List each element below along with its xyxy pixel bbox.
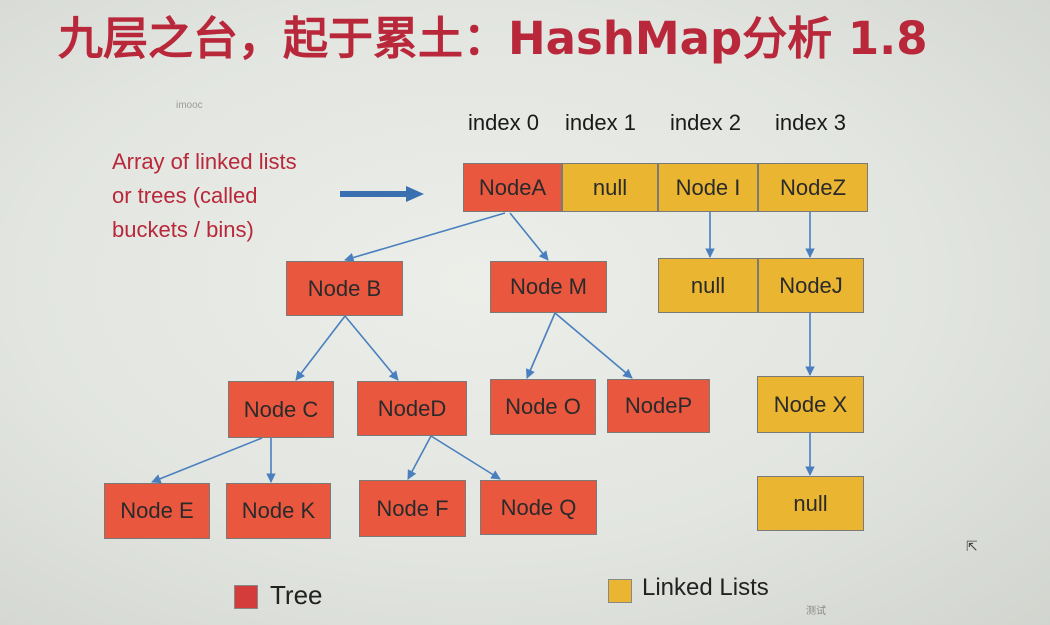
list-node-null-1: null xyxy=(658,258,758,313)
array-node-a: NodeA xyxy=(463,163,562,212)
tree-node-q: Node Q xyxy=(480,480,597,535)
edge-d-f xyxy=(407,435,432,480)
tree-node-m: Node M xyxy=(490,261,607,313)
tree-node-c: Node C xyxy=(228,381,334,438)
tree-node-d: NodeD xyxy=(357,381,467,436)
tree-node-e: Node E xyxy=(104,483,210,539)
tree-node-o: Node O xyxy=(490,379,596,435)
edge-c-e xyxy=(151,437,263,484)
array-node-i: Node I xyxy=(658,163,758,212)
corner-text: 测试 xyxy=(806,606,826,617)
edge-d-q xyxy=(430,435,501,480)
tree-node-k: Node K xyxy=(226,483,331,539)
legend-tree-label: Tree xyxy=(270,580,323,610)
array-node-z: NodeZ xyxy=(758,163,868,212)
legend-lists-swatch xyxy=(608,579,632,603)
edge-a-m xyxy=(509,212,549,261)
legend-tree-swatch xyxy=(234,585,258,609)
edge-m-o xyxy=(526,312,556,379)
tree-node-p: NodeP xyxy=(607,379,710,433)
bucket-arrow xyxy=(340,186,424,202)
list-node-null-2: null xyxy=(757,476,864,531)
tree-node-b: Node B xyxy=(286,261,403,316)
tree-node-f: Node F xyxy=(359,480,466,537)
mouse-cursor-icon: ⇱ xyxy=(966,538,978,554)
list-node-j: NodeJ xyxy=(758,258,864,313)
edge-m-p xyxy=(554,312,633,379)
list-node-x: Node X xyxy=(757,376,864,433)
array-node-null: null xyxy=(562,163,658,212)
edge-a-b xyxy=(344,212,506,263)
edge-b-d xyxy=(344,315,399,381)
legend-lists-label: Linked Lists xyxy=(642,574,769,601)
edge-b-c xyxy=(295,315,346,381)
